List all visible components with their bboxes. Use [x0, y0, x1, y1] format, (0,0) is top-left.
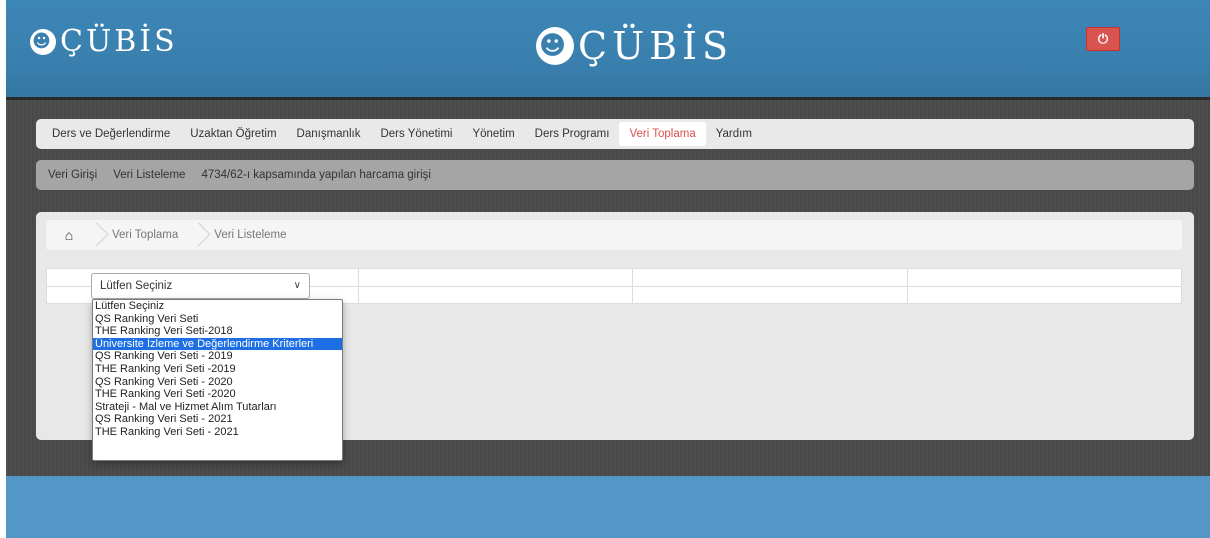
subnav-veri-listeleme[interactable]: Veri Listeleme	[105, 169, 193, 181]
power-icon: ⏻	[1097, 31, 1109, 46]
nav-yonetim[interactable]: Yönetim	[462, 122, 524, 146]
dropdown-option-highlighted[interactable]: Üniversite İzleme ve Değerlendirme Krite…	[93, 337, 342, 351]
smiley-logo-icon: ☻	[536, 27, 574, 65]
dropdown-option[interactable]: THE Ranking Veri Seti -2019	[93, 363, 342, 376]
nav-danismanlik[interactable]: Danışmanlık	[287, 122, 371, 146]
subnav-veri-girisi[interactable]: Veri Girişi	[40, 169, 105, 181]
logout-button[interactable]: ⏻	[1086, 27, 1120, 51]
breadcrumb-veri-listeleme: Veri Listeleme	[214, 229, 287, 241]
nav-ders-ve-degerlendirme[interactable]: Ders ve Değerlendirme	[42, 122, 180, 146]
breadcrumb-veri-toplama[interactable]: Veri Toplama	[102, 220, 194, 250]
dropdown-option[interactable]: Strateji - Mal ve Hizmet Alım Tutarları	[93, 401, 342, 414]
chevron-down-icon: ∨	[293, 280, 301, 291]
dropdown-option[interactable]: QS Ranking Veri Seti - 2019	[93, 350, 342, 363]
dropdown-option[interactable]: THE Ranking Veri Seti-2018	[93, 325, 342, 338]
nav-veri-toplama[interactable]: Veri Toplama	[619, 122, 706, 146]
breadcrumb-separator	[92, 220, 102, 250]
header: ☻ ÇÜBİS ☻ ÇÜBİS ⏻	[6, 0, 1210, 100]
dropdown-option[interactable]: QS Ranking Veri Seti - 2021	[93, 413, 342, 426]
breadcrumb: ⌂ Veri Toplama Veri Listeleme	[46, 220, 1182, 250]
logo-left[interactable]: ☻ ÇÜBİS	[30, 24, 178, 59]
logo-text-center: ÇÜBİS	[578, 24, 734, 68]
main-nav: Ders ve Değerlendirme Uzaktan Öğretim Da…	[36, 119, 1194, 149]
dropdown-option[interactable]: THE Ranking Veri Seti - 2021	[93, 426, 342, 439]
logo-text-left: ÇÜBİS	[60, 24, 178, 59]
breadcrumb-separator	[194, 220, 204, 250]
select-value: Lütfen Seçiniz	[100, 280, 173, 292]
logo-center: ☻ ÇÜBİS	[536, 24, 733, 68]
sub-nav: Veri Girişi Veri Listeleme 4734/62-ı kap…	[36, 160, 1194, 190]
dataset-dropdown-list: Lütfen Seçiniz QS Ranking Veri Seti THE …	[92, 299, 343, 461]
dropdown-option[interactable]: QS Ranking Veri Seti	[93, 313, 342, 326]
nav-ders-yonetimi[interactable]: Ders Yönetimi	[370, 122, 462, 146]
footer	[6, 476, 1210, 538]
subnav-harcama-girisi[interactable]: 4734/62-ı kapsamında yapılan harcama gir…	[193, 169, 439, 181]
dataset-select[interactable]: Lütfen Seçiniz ∨	[91, 273, 310, 299]
nav-ders-programi[interactable]: Ders Programı	[525, 122, 620, 146]
dropdown-option[interactable]: QS Ranking Veri Seti - 2020	[93, 376, 342, 389]
dropdown-option[interactable]: THE Ranking Veri Seti -2020	[93, 388, 342, 401]
smiley-logo-icon: ☻	[30, 28, 56, 55]
dropdown-option[interactable]: Lütfen Seçiniz	[93, 300, 342, 313]
nav-uzaktan-ogretim[interactable]: Uzaktan Öğretim	[180, 122, 286, 146]
nav-yardim[interactable]: Yardım	[706, 122, 762, 146]
